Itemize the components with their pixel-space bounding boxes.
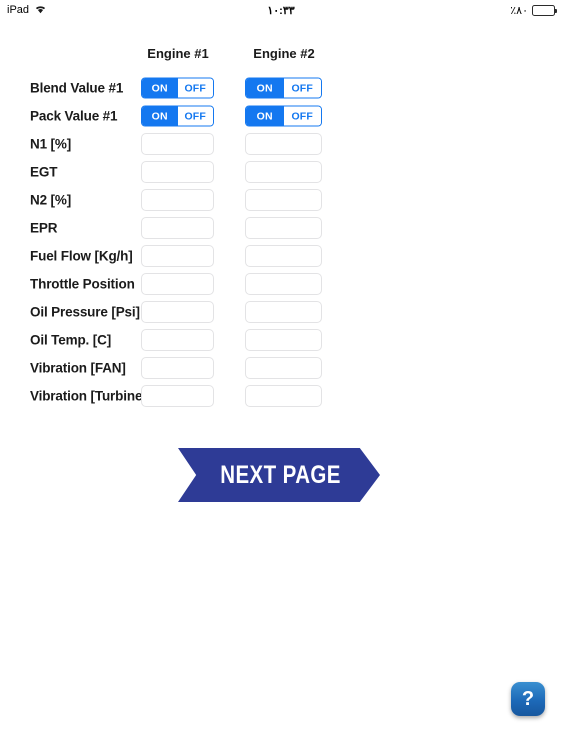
cell-egt-engine-2[interactable] <box>245 161 322 183</box>
input-vibration-fan-engine-1[interactable] <box>141 357 214 379</box>
cell-vibration-turbine-engine-2[interactable] <box>245 385 322 407</box>
cell-oil-pressure-engine-2[interactable] <box>245 301 322 323</box>
device-name-label: iPad <box>7 4 30 16</box>
cell-n1-engine-1[interactable] <box>141 133 214 155</box>
row-throttle-position: Throttle Position <box>0 270 562 298</box>
segment-off[interactable]: OFF <box>177 78 213 98</box>
next-page-button[interactable]: NEXT PAGE <box>178 448 380 502</box>
column-header-engine-1: Engine #1 <box>147 46 209 61</box>
row-oil-temp: Oil Temp. [C] <box>0 326 562 354</box>
wifi-icon <box>34 4 47 17</box>
segmented-control[interactable]: ON OFF <box>245 77 322 99</box>
cell-fuel-flow-engine-2[interactable] <box>245 245 322 267</box>
cell-n2-engine-2[interactable] <box>245 189 322 211</box>
cell-epr-engine-2[interactable] <box>245 217 322 239</box>
input-throttle-position-engine-1[interactable] <box>141 273 214 295</box>
toggle-pack-value-1-engine-2[interactable]: ON OFF <box>245 105 322 127</box>
input-epr-engine-2[interactable] <box>245 217 322 239</box>
input-oil-temp-engine-2[interactable] <box>245 329 322 351</box>
row-epr: EPR <box>0 214 562 242</box>
row-label-oil-temp: Oil Temp. [C] <box>30 332 112 348</box>
row-label-throttle-position: Throttle Position <box>30 276 135 292</box>
question-mark-icon: ? <box>521 687 535 710</box>
row-pack-value-1: Pack Value #1 ON OFF ON OFF <box>0 102 562 130</box>
row-label-n1: N1 [%] <box>30 136 72 152</box>
row-label-vibration-turbine: Vibration [Turbine] <box>30 388 147 404</box>
help-button[interactable]: ? <box>511 682 545 716</box>
status-bar: iPad ١٠:٣٣ ٪٨٠ <box>0 0 562 20</box>
cell-fuel-flow-engine-1[interactable] <box>141 245 214 267</box>
row-vibration-turbine: Vibration [Turbine] <box>0 382 562 410</box>
input-oil-pressure-engine-1[interactable] <box>141 301 214 323</box>
segment-on[interactable]: ON <box>142 106 178 126</box>
input-oil-pressure-engine-2[interactable] <box>245 301 322 323</box>
status-bar-right: ٪٨٠ <box>510 4 557 17</box>
input-vibration-fan-engine-2[interactable] <box>245 357 322 379</box>
cell-oil-pressure-engine-1[interactable] <box>141 301 214 323</box>
row-blend-value-1: Blend Value #1 ON OFF ON OFF <box>0 74 562 102</box>
toggle-blend-value-1-engine-2[interactable]: ON OFF <box>245 77 322 99</box>
segment-off[interactable]: OFF <box>283 106 321 126</box>
row-label-pack-value-1: Pack Value #1 <box>30 108 118 124</box>
toggle-blend-value-1-engine-1[interactable]: ON OFF <box>141 77 214 99</box>
segment-on[interactable]: ON <box>142 78 178 98</box>
input-n1-engine-1[interactable] <box>141 133 214 155</box>
input-n1-engine-2[interactable] <box>245 133 322 155</box>
next-page-ribbon-shape[interactable]: NEXT PAGE <box>178 448 380 502</box>
row-vibration-fan: Vibration [FAN] <box>0 354 562 382</box>
row-n2: N2 [%] <box>0 186 562 214</box>
segment-on[interactable]: ON <box>246 106 284 126</box>
input-n2-engine-2[interactable] <box>245 189 322 211</box>
battery-percent-label: ٪٨٠ <box>510 4 528 17</box>
segmented-control[interactable]: ON OFF <box>141 77 214 99</box>
input-epr-engine-1[interactable] <box>141 217 214 239</box>
row-label-egt: EGT <box>30 164 58 180</box>
input-n2-engine-1[interactable] <box>141 189 214 211</box>
input-fuel-flow-engine-2[interactable] <box>245 245 322 267</box>
engine-parameters-form: Engine #1 Engine #2 Blend Value #1 ON OF… <box>0 46 562 410</box>
segment-on[interactable]: ON <box>246 78 284 98</box>
segment-off[interactable]: OFF <box>283 78 321 98</box>
column-header-row: Engine #1 Engine #2 <box>0 46 562 74</box>
segment-off[interactable]: OFF <box>177 106 213 126</box>
toggle-pack-value-1-engine-1[interactable]: ON OFF <box>141 105 214 127</box>
cell-egt-engine-1[interactable] <box>141 161 214 183</box>
row-label-fuel-flow: Fuel Flow [Kg/h] <box>30 248 133 264</box>
cell-throttle-position-engine-2[interactable] <box>245 273 322 295</box>
clock-label: ١٠:٣٣ <box>267 4 295 17</box>
row-egt: EGT <box>0 158 562 186</box>
next-page-label: NEXT PAGE <box>220 460 342 489</box>
row-label-n2: N2 [%] <box>30 192 72 208</box>
row-oil-pressure: Oil Pressure [Psi] <box>0 298 562 326</box>
row-label-oil-pressure: Oil Pressure [Psi] <box>30 304 140 320</box>
row-label-vibration-fan: Vibration [FAN] <box>30 360 126 376</box>
input-vibration-turbine-engine-1[interactable] <box>141 385 214 407</box>
cell-vibration-fan-engine-2[interactable] <box>245 357 322 379</box>
cell-n1-engine-2[interactable] <box>245 133 322 155</box>
input-egt-engine-2[interactable] <box>245 161 322 183</box>
cell-throttle-position-engine-1[interactable] <box>141 273 214 295</box>
cell-oil-temp-engine-2[interactable] <box>245 329 322 351</box>
battery-icon <box>532 4 557 16</box>
cell-oil-temp-engine-1[interactable] <box>141 329 214 351</box>
input-throttle-position-engine-2[interactable] <box>245 273 322 295</box>
input-vibration-turbine-engine-2[interactable] <box>245 385 322 407</box>
row-fuel-flow: Fuel Flow [Kg/h] <box>0 242 562 270</box>
cell-vibration-fan-engine-1[interactable] <box>141 357 214 379</box>
column-header-engine-2: Engine #2 <box>253 46 315 61</box>
segmented-control[interactable]: ON OFF <box>245 105 322 127</box>
row-label-epr: EPR <box>30 220 58 236</box>
input-fuel-flow-engine-1[interactable] <box>141 245 214 267</box>
row-label-blend-value-1: Blend Value #1 <box>30 80 124 96</box>
cell-vibration-turbine-engine-1[interactable] <box>141 385 214 407</box>
input-egt-engine-1[interactable] <box>141 161 214 183</box>
segmented-control[interactable]: ON OFF <box>141 105 214 127</box>
row-n1: N1 [%] <box>0 130 562 158</box>
cell-epr-engine-1[interactable] <box>141 217 214 239</box>
cell-n2-engine-1[interactable] <box>141 189 214 211</box>
input-oil-temp-engine-1[interactable] <box>141 329 214 351</box>
status-bar-left: iPad <box>7 4 47 17</box>
